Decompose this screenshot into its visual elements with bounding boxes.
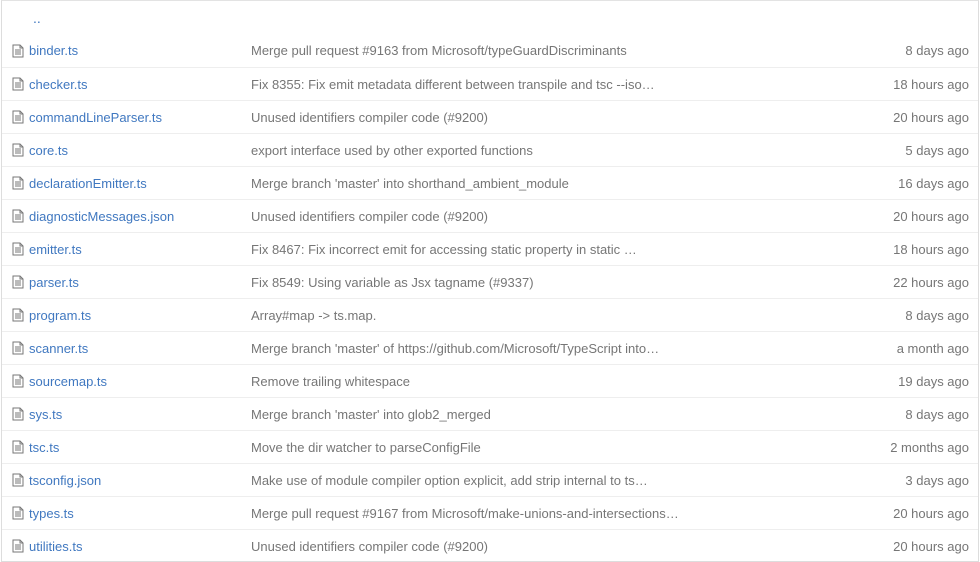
commit-message-link[interactable]: Make use of module compiler option expli… [251,473,691,488]
commit-message-link[interactable]: Fix 8355: Fix emit metadata different be… [251,77,691,92]
file-row[interactable]: sys.ts Merge branch 'master' into glob2_… [2,397,978,430]
commit-age: 8 days ago [905,307,969,323]
file-name-link[interactable]: scanner.ts [29,341,251,356]
file-row[interactable]: scanner.ts Merge branch 'master' of http… [2,331,978,364]
commit-message-link[interactable]: Merge branch 'master' into shorthand_amb… [251,176,691,191]
file-row[interactable]: commandLineParser.ts Unused identifiers … [2,100,978,133]
commit-message-link[interactable]: Unused identifiers compiler code (#9200) [251,110,691,125]
parent-directory-link[interactable]: .. [33,11,41,25]
file-icon [11,506,25,520]
file-icon [11,407,25,421]
file-icon [11,473,25,487]
file-name-link[interactable]: diagnosticMessages.json [29,209,251,224]
parent-directory-row[interactable]: .. [2,1,978,34]
file-row[interactable]: declarationEmitter.ts Merge branch 'mast… [2,166,978,199]
commit-age: 8 days ago [905,43,969,58]
file-icon [11,77,25,91]
commit-age: 3 days ago [905,472,969,488]
file-row[interactable]: types.ts Merge pull request #9167 from M… [2,496,978,529]
commit-age: 20 hours ago [893,505,969,521]
file-icon [11,209,25,223]
file-icon [11,275,25,289]
file-row[interactable]: checker.ts Fix 8355: Fix emit metadata d… [2,67,978,100]
file-name-link[interactable]: parser.ts [29,275,251,290]
file-row[interactable]: parser.ts Fix 8549: Using variable as Js… [2,265,978,298]
file-row[interactable]: sourcemap.ts Remove trailing whitespace … [2,364,978,397]
commit-age: 19 days ago [898,373,969,389]
file-row[interactable]: program.ts Array#map -> ts.map. 8 days a… [2,298,978,331]
file-icon [11,242,25,256]
commit-age: 2 months ago [890,439,969,455]
commit-message-link[interactable]: Unused identifiers compiler code (#9200) [251,539,691,554]
commit-age: 20 hours ago [893,208,969,224]
file-row[interactable]: diagnosticMessages.json Unused identifie… [2,199,978,232]
commit-age: 18 hours ago [893,76,969,92]
commit-age: 20 hours ago [893,109,969,125]
commit-age: 22 hours ago [893,274,969,290]
file-row[interactable]: utilities.ts Unused identifiers compiler… [2,529,978,562]
commit-message-link[interactable]: Remove trailing whitespace [251,374,691,389]
commit-message-link[interactable]: export interface used by other exported … [251,143,691,158]
commit-message-link[interactable]: Unused identifiers compiler code (#9200) [251,209,691,224]
commit-message-link[interactable]: Merge pull request #9163 from Microsoft/… [251,43,691,58]
file-name-link[interactable]: core.ts [29,143,251,158]
file-name-link[interactable]: emitter.ts [29,242,251,257]
file-name-link[interactable]: types.ts [29,506,251,521]
file-icon [11,143,25,157]
file-row[interactable]: emitter.ts Fix 8467: Fix incorrect emit … [2,232,978,265]
commit-age: 8 days ago [905,406,969,422]
file-name-link[interactable]: tsc.ts [29,440,251,455]
file-row[interactable]: core.ts export interface used by other e… [2,133,978,166]
commit-age: 5 days ago [905,142,969,158]
commit-message-link[interactable]: Fix 8549: Using variable as Jsx tagname … [251,275,691,290]
commit-message-link[interactable]: Fix 8467: Fix incorrect emit for accessi… [251,242,691,257]
commit-message-link[interactable]: Merge branch 'master' of https://github.… [251,341,691,356]
file-row[interactable]: tsc.ts Move the dir watcher to parseConf… [2,430,978,463]
file-name-link[interactable]: sys.ts [29,407,251,422]
file-list: .. binder.ts Merge pull request #9163 fr… [1,0,979,562]
file-icon [11,308,25,322]
file-name-link[interactable]: program.ts [29,308,251,323]
file-icon [11,110,25,124]
commit-message-link[interactable]: Merge branch 'master' into glob2_merged [251,407,691,422]
file-row[interactable]: tsconfig.json Make use of module compile… [2,463,978,496]
file-name-link[interactable]: sourcemap.ts [29,374,251,389]
commit-message-link[interactable]: Move the dir watcher to parseConfigFile [251,440,691,455]
file-icon [11,176,25,190]
file-name-link[interactable]: commandLineParser.ts [29,110,251,125]
file-name-link[interactable]: tsconfig.json [29,473,251,488]
file-row[interactable]: binder.ts Merge pull request #9163 from … [2,34,978,67]
commit-age: a month ago [896,340,969,356]
file-icon [11,341,25,355]
commit-age: 18 hours ago [893,241,969,257]
commit-message-link[interactable]: Merge pull request #9167 from Microsoft/… [251,506,691,521]
file-icon [11,374,25,388]
file-icon [11,539,25,553]
file-name-link[interactable]: utilities.ts [29,539,251,554]
file-name-link[interactable]: binder.ts [29,43,251,58]
file-name-link[interactable]: checker.ts [29,77,251,92]
commit-message-link[interactable]: Array#map -> ts.map. [251,308,691,323]
commit-age: 16 days ago [898,175,969,191]
file-name-link[interactable]: declarationEmitter.ts [29,176,251,191]
file-icon [11,44,25,58]
file-icon [11,440,25,454]
commit-age: 20 hours ago [893,538,969,554]
